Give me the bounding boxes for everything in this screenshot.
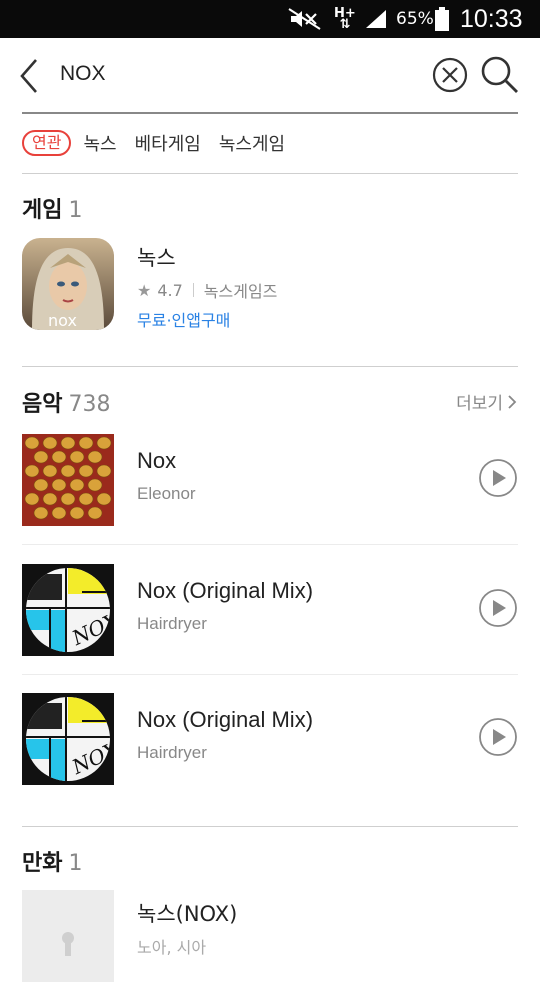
album-cover: NOX — [22, 693, 114, 785]
play-icon — [479, 589, 517, 627]
search-bar: NOX — [0, 38, 540, 112]
signal-icon — [364, 0, 388, 38]
network-indicator: H+ ⇅ — [334, 6, 356, 32]
comic-author: 노아, 시아 — [137, 938, 207, 957]
back-icon — [20, 59, 37, 93]
game-meta: ★ 4.7 녹스게임즈 — [137, 278, 277, 302]
mute-icon — [288, 0, 322, 38]
music-item[interactable]: Nox Eleonor — [22, 434, 518, 526]
play-button[interactable] — [478, 458, 518, 498]
game-icon[interactable]: nox — [22, 238, 114, 330]
game-icon-logo: nox — [48, 311, 77, 330]
battery-percent: 65% — [396, 9, 434, 29]
search-button[interactable] — [480, 55, 520, 95]
row-divider — [22, 544, 518, 545]
divider — [22, 826, 518, 827]
track-artist: Hairdryer — [137, 743, 207, 762]
game-price: 무료·인앱구매 — [137, 311, 231, 330]
related-tags: 연관 녹스 베타게임 녹스게임 — [22, 126, 303, 160]
game-rating: 4.7 — [157, 280, 183, 300]
track-title: Nox (Original Mix) — [137, 707, 314, 732]
comic-title[interactable]: 녹스(NOX) — [137, 898, 237, 928]
placeholder-icon — [62, 932, 74, 956]
track-artist: Hairdryer — [137, 614, 207, 633]
clock: 10:33 — [460, 4, 523, 33]
meta-separator — [192, 283, 194, 297]
album-cover — [22, 434, 114, 526]
search-input[interactable]: NOX — [60, 62, 106, 86]
game-developer: 녹스게임즈 — [203, 282, 278, 301]
related-tag[interactable]: 녹스게임 — [219, 130, 285, 156]
section-title-games: 게임 1 — [22, 198, 83, 223]
more-link[interactable]: 더보기 — [456, 389, 518, 414]
section-count: 738 — [68, 392, 111, 417]
track-title: Nox (Original Mix) — [137, 578, 314, 603]
related-badge: 연관 — [22, 130, 72, 156]
play-icon — [479, 459, 517, 497]
chevron-right-icon — [508, 394, 517, 409]
section-count: 1 — [68, 198, 83, 223]
game-title[interactable]: 녹스 — [137, 242, 176, 272]
clear-button[interactable] — [432, 57, 468, 93]
star-icon: ★ — [137, 280, 152, 300]
status-bar: H+ ⇅ 65% 10:33 — [0, 0, 540, 38]
back-button[interactable] — [14, 56, 50, 96]
album-cover: NOX — [22, 564, 114, 656]
related-tag[interactable]: 녹스 — [83, 130, 116, 156]
track-title: Nox — [137, 448, 177, 473]
divider — [22, 173, 518, 174]
related-tag[interactable]: 베타게임 — [135, 130, 201, 156]
comic-cover[interactable] — [22, 890, 114, 982]
divider — [22, 366, 518, 367]
music-item[interactable]: NOX Nox (Original Mix) Hairdryer — [22, 693, 518, 785]
clear-icon — [432, 57, 468, 93]
section-count: 1 — [68, 851, 83, 876]
play-icon — [479, 718, 517, 756]
battery-icon — [434, 0, 450, 38]
section-title-comics: 만화 1 — [22, 851, 83, 876]
section-title-music: 음악 738 — [22, 392, 111, 417]
play-button[interactable] — [478, 717, 518, 757]
play-button[interactable] — [478, 588, 518, 628]
search-divider — [22, 112, 518, 114]
music-item[interactable]: NOX Nox (Original Mix) Hairdryer — [22, 564, 518, 656]
search-icon — [481, 56, 518, 93]
row-divider — [22, 674, 518, 675]
track-artist: Eleonor — [137, 484, 196, 503]
